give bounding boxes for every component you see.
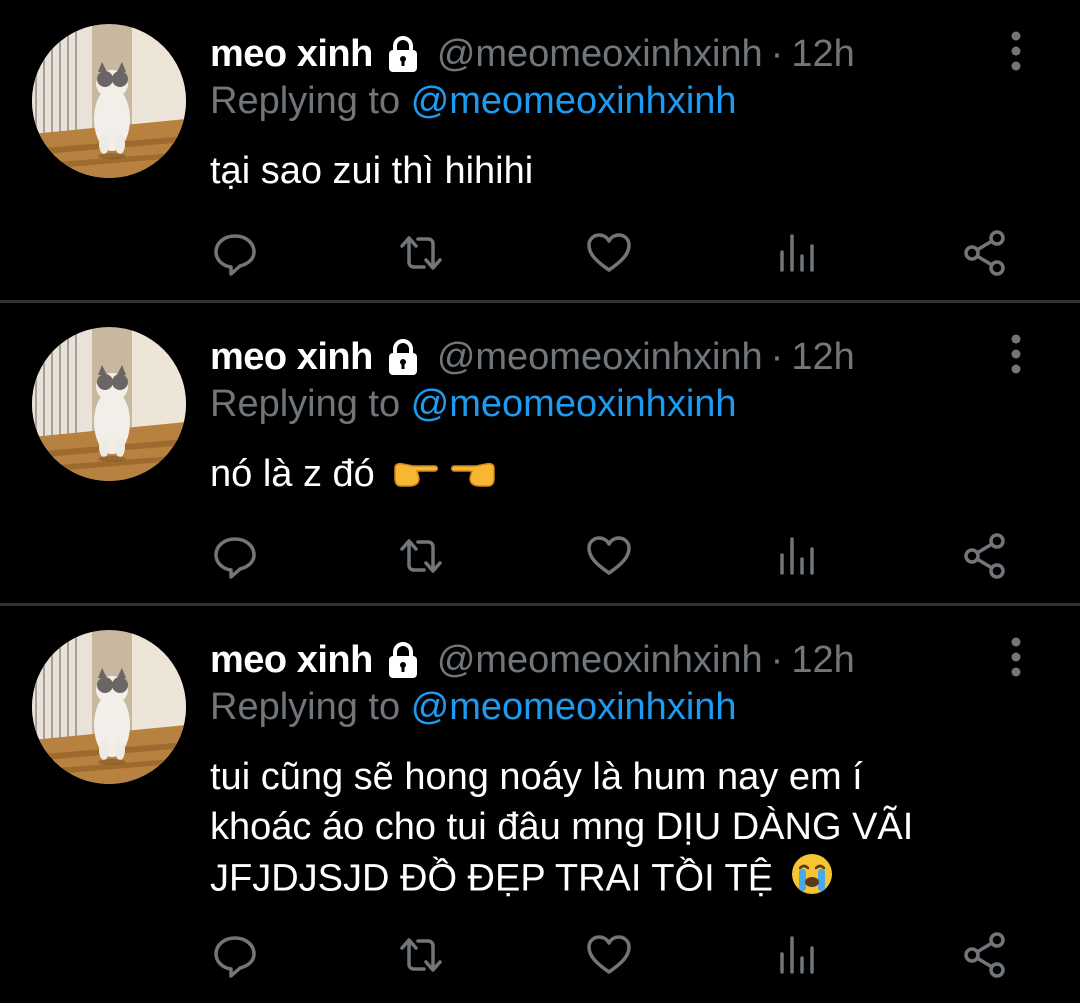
tweet-text-container: tui cũng sẽ hong noáy là hum nay em í kh… [210,752,1010,909]
replying-to: Replying to @meomeoxinhxinh [210,80,737,123]
tweet[interactable]: meo xinh @meomeoxinhxinh · 12h Replying … [0,303,1080,604]
mention-link[interactable]: @meomeoxinhxinh [411,686,737,728]
tweet-header: meo xinh @meomeoxinhxinh · 12h [210,331,855,383]
action-bar [210,228,1010,278]
tweet-header: meo xinh @meomeoxinhxinh · 12h [210,634,855,686]
share-icon[interactable] [960,930,1010,980]
more-vertical-icon[interactable] [1004,636,1028,680]
separator: · [770,638,784,681]
timestamp[interactable]: 12h [791,336,854,379]
avatar[interactable] [32,630,186,784]
tweet-text: nó là z đó [210,453,375,495]
reply-icon[interactable] [210,531,260,581]
tweet-text-line: khoác áo cho tui đâu mng DỊU DÀNG VÃI [210,806,914,848]
pointing-left-emoji [450,451,498,501]
heart-icon[interactable] [584,531,634,581]
tweet-text-line: tui cũng sẽ hong noáy là hum nay em í [210,756,863,798]
lock-icon [383,34,423,74]
avatar[interactable] [32,327,186,481]
user-handle[interactable]: @meomeoxinhxinh [437,639,763,682]
action-bar [210,930,1010,980]
tweet-text-line: JFJDJSJD ĐỒ ĐẸP TRAI TỒI TỆ [210,857,774,900]
analytics-icon[interactable] [772,930,822,980]
more-vertical-icon[interactable] [1004,30,1028,74]
tweet[interactable]: meo xinh @meomeoxinhxinh · 12h Replying … [0,606,1080,1003]
tweet-text-container: nó là z đó [210,449,1010,501]
display-name[interactable]: meo xinh [210,639,373,682]
replying-prefix: Replying to [210,80,401,122]
retweet-icon[interactable] [396,930,446,980]
timestamp[interactable]: 12h [791,33,854,76]
separator: · [770,335,784,378]
analytics-icon[interactable] [772,531,822,581]
pointing-right-emoji [391,451,439,501]
lock-icon [383,640,423,680]
lock-icon [383,337,423,377]
retweet-icon[interactable] [396,228,446,278]
action-bar [210,531,1010,581]
replying-to: Replying to @meomeoxinhxinh [210,383,737,426]
display-name[interactable]: meo xinh [210,336,373,379]
tweet-text-line-last: JFJDJSJD ĐỒ ĐẸP TRAI TỒI TỆ [210,852,1010,909]
replying-prefix: Replying to [210,686,401,728]
mention-link[interactable]: @meomeoxinhxinh [411,383,737,425]
tweet-text: tại sao zui thì hihihi [210,150,534,192]
tweet-header: meo xinh @meomeoxinhxinh · 12h [210,28,855,80]
user-handle[interactable]: @meomeoxinhxinh [437,336,763,379]
display-name[interactable]: meo xinh [210,33,373,76]
replying-prefix: Replying to [210,383,401,425]
tweet[interactable]: meo xinh @meomeoxinhxinh · 12h Replying … [0,0,1080,301]
reply-icon[interactable] [210,228,260,278]
share-icon[interactable] [960,531,1010,581]
mention-link[interactable]: @meomeoxinhxinh [411,80,737,122]
loudly-crying-emoji [790,852,834,909]
heart-icon[interactable] [584,228,634,278]
share-icon[interactable] [960,228,1010,278]
more-vertical-icon[interactable] [1004,333,1028,377]
separator: · [770,32,784,75]
heart-icon[interactable] [584,930,634,980]
timestamp[interactable]: 12h [791,639,854,682]
retweet-icon[interactable] [396,531,446,581]
user-handle[interactable]: @meomeoxinhxinh [437,33,763,76]
reply-icon[interactable] [210,930,260,980]
avatar[interactable] [32,24,186,178]
replying-to: Replying to @meomeoxinhxinh [210,686,737,729]
analytics-icon[interactable] [772,228,822,278]
